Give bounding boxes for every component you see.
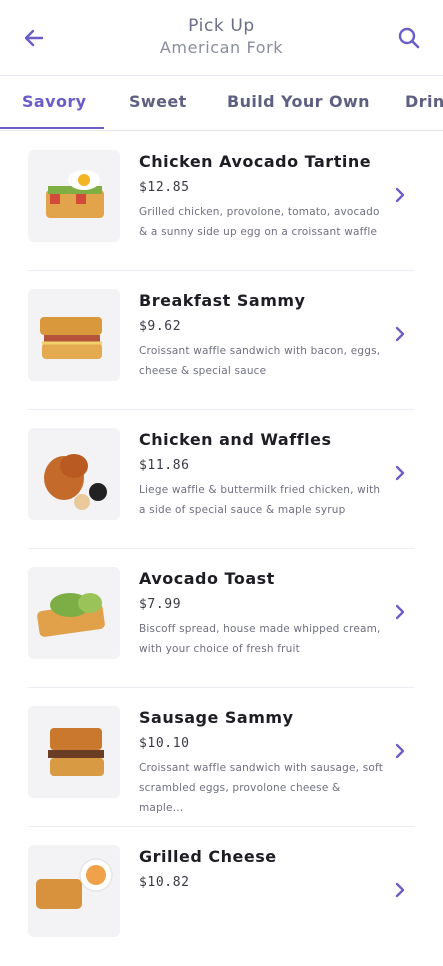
tab-build-your-own[interactable]: Build Your Own (227, 92, 370, 111)
item-name: Chicken Avocado Tartine (139, 152, 372, 171)
item-price: $12.85 (139, 180, 190, 195)
item-price: $9.62 (139, 319, 182, 334)
item-name: Avocado Toast (139, 569, 275, 588)
menu-item[interactable]: Grilled Cheese $10.82 (0, 827, 443, 966)
item-name: Grilled Cheese (139, 847, 277, 866)
item-description: Biscoff spread, house made whipped cream… (139, 623, 381, 655)
item-price: $10.82 (139, 875, 190, 890)
chevron-right-icon (395, 465, 405, 481)
tab-savory[interactable]: Savory (22, 92, 86, 111)
item-name: Chicken and Waffles (139, 430, 332, 449)
item-description: Croissant waffle sandwich with sausage, … (139, 762, 384, 814)
item-image (28, 150, 120, 242)
menu-item[interactable]: Chicken Avocado Tartine $12.85 Grilled c… (0, 132, 443, 271)
item-description: Liege waffle & buttermilk fried chicken,… (139, 484, 381, 516)
chevron-right-icon (395, 882, 405, 898)
item-description: Grilled chicken, provolone, tomato, avoc… (139, 206, 380, 238)
item-image (28, 428, 120, 520)
item-description: Croissant waffle sandwich with bacon, eg… (139, 345, 381, 377)
page-title: Pick Up (188, 16, 255, 36)
active-tab-indicator (0, 127, 104, 129)
menu-item[interactable]: Breakfast Sammy $9.62 Croissant waffle s… (0, 271, 443, 410)
item-price: $7.99 (139, 597, 182, 612)
item-name: Sausage Sammy (139, 708, 294, 727)
tab-drinks[interactable]: Drin (405, 92, 443, 111)
menu-item[interactable]: Avocado Toast $7.99 Biscoff spread, hous… (0, 549, 443, 688)
category-tabs: Savory Sweet Build Your Own Drin (0, 76, 443, 131)
item-image (28, 289, 120, 381)
menu-item[interactable]: Sausage Sammy $10.10 Croissant waffle sa… (0, 688, 443, 827)
item-name: Breakfast Sammy (139, 291, 306, 310)
item-image (28, 706, 120, 798)
chevron-right-icon (395, 326, 405, 342)
item-price: $11.86 (139, 458, 190, 473)
search-icon[interactable] (395, 24, 423, 52)
chevron-right-icon (395, 604, 405, 620)
chevron-right-icon (395, 743, 405, 759)
tab-sweet[interactable]: Sweet (129, 92, 187, 111)
item-price: $10.10 (139, 736, 190, 751)
item-image (28, 567, 120, 659)
item-image (28, 845, 120, 937)
menu-item[interactable]: Chicken and Waffles $11.86 Liege waffle … (0, 410, 443, 549)
header: Pick Up American Fork (0, 0, 443, 76)
chevron-right-icon (395, 187, 405, 203)
store-location: American Fork (159, 38, 284, 57)
